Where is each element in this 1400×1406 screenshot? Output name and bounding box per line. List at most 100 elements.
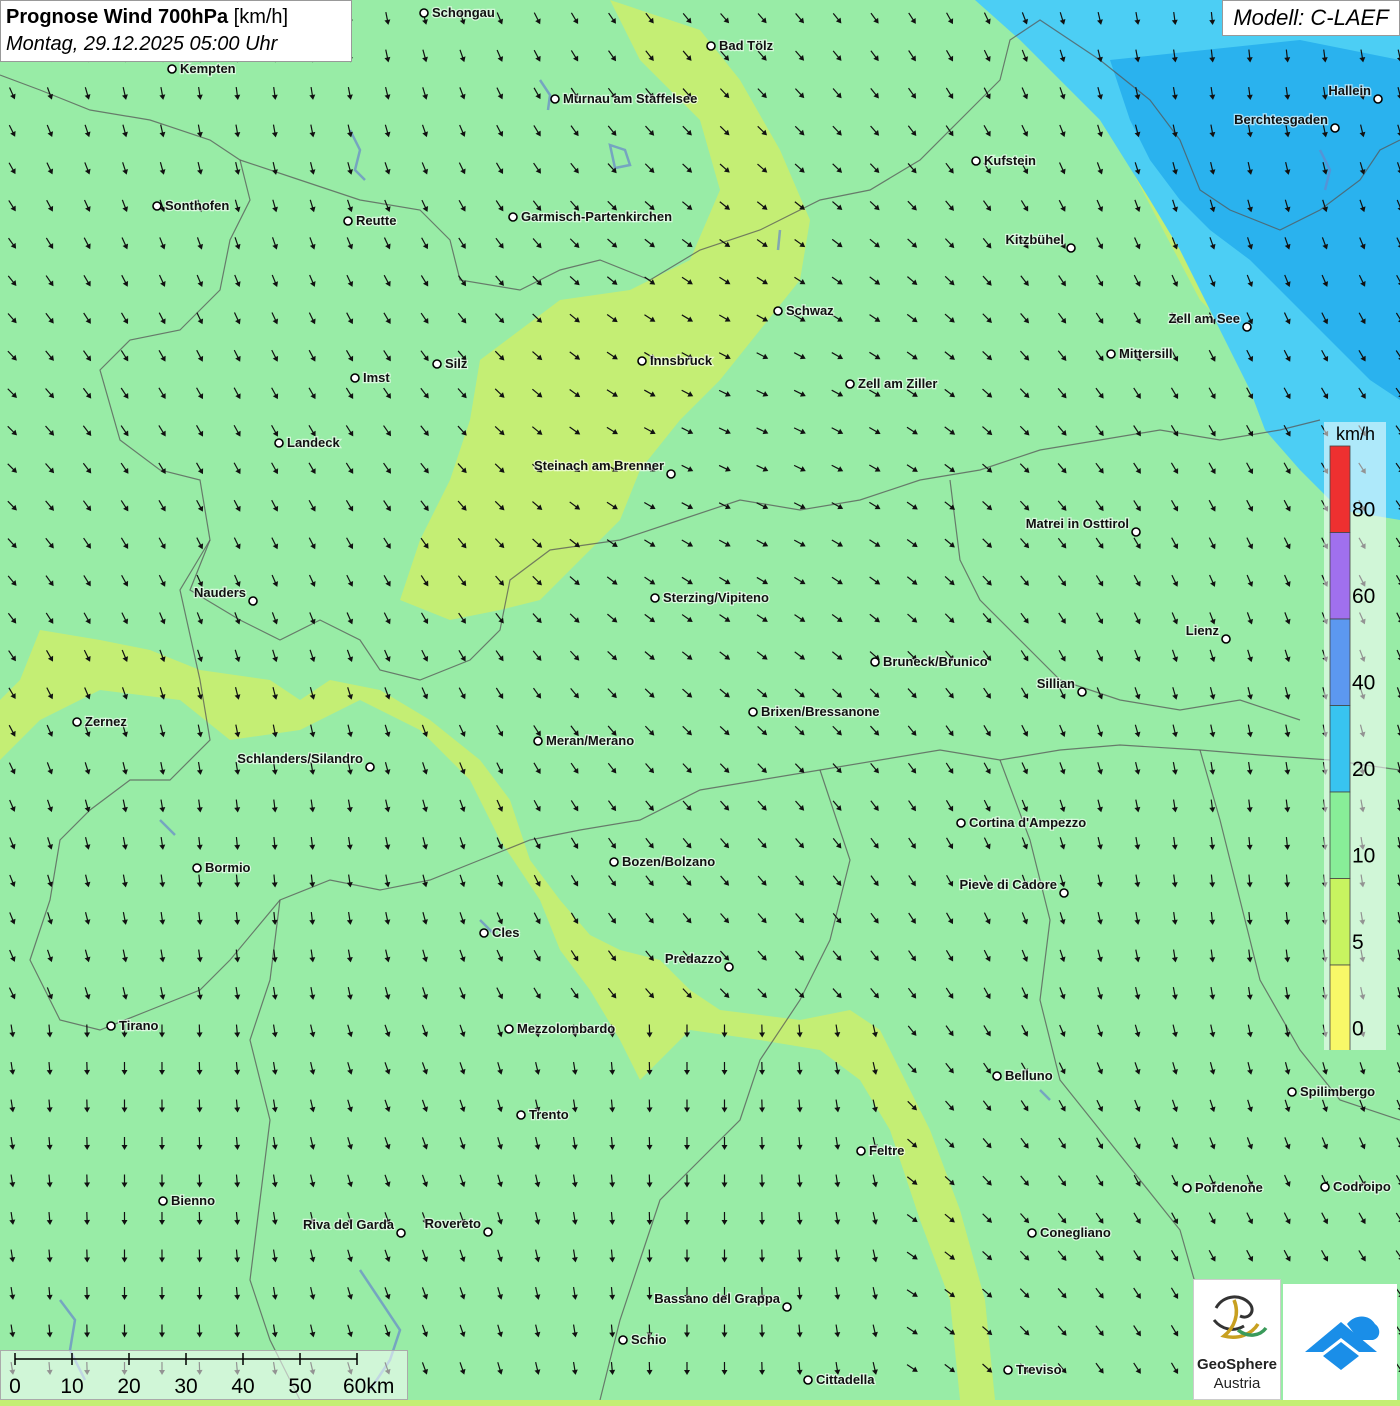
city-label: Schio — [631, 1332, 666, 1347]
city-marker: Bruneck/Brunico — [871, 654, 988, 669]
city-dot — [667, 470, 675, 478]
city-dot — [638, 357, 646, 365]
city-label: Zernez — [85, 714, 127, 729]
city-dot — [1132, 528, 1140, 536]
city-marker: Sterzing/Vipiteno — [651, 590, 769, 605]
city-label: Murnau am Staffelsee — [563, 91, 697, 106]
city-dot — [420, 9, 428, 17]
city-label: Feltre — [869, 1143, 904, 1158]
city-dot — [972, 157, 980, 165]
city-label: Lienz — [1186, 623, 1220, 638]
city-dot — [193, 864, 201, 872]
city-label: Hallein — [1328, 83, 1371, 98]
wind-map[interactable]: SchongauKemptenBad TölzMurnau am Staffel… — [0, 0, 1400, 1400]
city-dot — [749, 708, 757, 716]
city-label: Treviso — [1016, 1362, 1062, 1377]
city-dot — [993, 1072, 1001, 1080]
city-label: Steinach am Brenner — [534, 458, 664, 473]
city-label: Berchtesgaden — [1234, 112, 1328, 127]
city-dot — [1321, 1183, 1329, 1191]
city-marker: Brixen/Bressanone — [749, 704, 880, 719]
city-label: Bad Tölz — [719, 38, 774, 53]
city-label: Kufstein — [984, 153, 1036, 168]
city-label: Meran/Merano — [546, 733, 634, 748]
city-label: Mezzolombardo — [517, 1021, 615, 1036]
city-marker: Innsbruck — [638, 353, 713, 368]
city-dot — [168, 65, 176, 73]
city-label: Schlanders/Silandro — [237, 751, 363, 766]
legend-tick-label: 0 — [1352, 1018, 1364, 1041]
city-label: Schwaz — [786, 303, 834, 318]
city-dot — [610, 858, 618, 866]
city-dot — [1107, 350, 1115, 358]
city-label: Codroipo — [1333, 1179, 1391, 1194]
city-dot — [846, 380, 854, 388]
city-label: Zell am See — [1168, 311, 1240, 326]
city-dot — [484, 1228, 492, 1236]
title-box: Prognose Wind 700hPa [km/h] Montag, 29.1… — [0, 0, 352, 62]
legend-swatch — [1330, 792, 1350, 879]
map-title-unit: [km/h] — [234, 6, 288, 28]
city-dot — [505, 1025, 513, 1033]
city-dot — [957, 819, 965, 827]
city-dot — [107, 1022, 115, 1030]
city-label: Mittersill — [1119, 346, 1172, 361]
city-marker: Murnau am Staffelsee — [551, 91, 697, 106]
city-label: Zell am Ziller — [858, 376, 937, 391]
city-marker: Zell am Ziller — [846, 376, 937, 391]
city-label: Sillian — [1037, 676, 1075, 691]
city-marker: Cortina d'Ampezzo — [957, 815, 1086, 830]
city-dot — [857, 1147, 865, 1155]
city-marker: Conegliano — [1028, 1225, 1111, 1240]
city-dot — [517, 1111, 525, 1119]
scale-label: 30 — [174, 1375, 197, 1398]
legend-tick-label: 10 — [1352, 845, 1375, 868]
scale-bar: 0102030405060km — [0, 1350, 408, 1400]
city-dot — [509, 213, 517, 221]
city-label: Sonthofen — [165, 198, 229, 213]
city-label: Cortina d'Ampezzo — [969, 815, 1086, 830]
legend-tick-label: 5 — [1352, 931, 1364, 954]
city-label: Cittadella — [816, 1372, 875, 1387]
scale-label: 10 — [60, 1375, 83, 1398]
city-label: Bozen/Bolzano — [622, 854, 715, 869]
city-dot — [1028, 1229, 1036, 1237]
city-label: Nauders — [194, 585, 246, 600]
city-label: Schongau — [432, 5, 495, 20]
forecast-datetime: Montag, 29.12.2025 05:00 Uhr — [6, 31, 346, 58]
legend-swatch — [1330, 879, 1350, 966]
city-label: Rovereto — [425, 1216, 481, 1231]
city-dot — [551, 95, 559, 103]
legend-scale: 806040201050 — [1324, 422, 1386, 1050]
legend-swatch — [1330, 533, 1350, 620]
city-label: Riva del Garda — [303, 1217, 395, 1232]
city-dot — [1331, 124, 1339, 132]
city-dot — [153, 202, 161, 210]
city-label: Bormio — [205, 860, 251, 875]
city-marker: Spilimbergo — [1288, 1084, 1375, 1099]
city-label: Belluno — [1005, 1068, 1053, 1083]
city-label: Imst — [363, 370, 390, 385]
legend-tick-label: 20 — [1352, 758, 1375, 781]
city-label: Sterzing/Vipiteno — [663, 590, 769, 605]
geosphere-name: GeoSphere — [1194, 1356, 1280, 1373]
city-dot — [480, 929, 488, 937]
city-dot — [1288, 1088, 1296, 1096]
city-dot — [1004, 1366, 1012, 1374]
city-dot — [1374, 95, 1382, 103]
weather-app-logo[interactable] — [1283, 1284, 1397, 1400]
scale-label: 20 — [117, 1375, 140, 1398]
city-label: Garmisch-Partenkirchen — [521, 209, 672, 224]
city-label: Bienno — [171, 1193, 215, 1208]
city-dot — [707, 42, 715, 50]
legend-tick-label: 60 — [1352, 585, 1375, 608]
city-label: Innsbruck — [650, 353, 713, 368]
city-dot — [344, 217, 352, 225]
map-title: Prognose Wind 700hPa [km/h] — [6, 4, 346, 31]
geosphere-logo[interactable]: GeoSphere Austria — [1193, 1279, 1281, 1400]
city-dot — [1243, 323, 1251, 331]
city-label: Conegliano — [1040, 1225, 1111, 1240]
city-dot — [619, 1336, 627, 1344]
scale-bar-graphic: 0102030405060km — [1, 1351, 409, 1401]
city-marker: Sonthofen — [153, 198, 229, 213]
